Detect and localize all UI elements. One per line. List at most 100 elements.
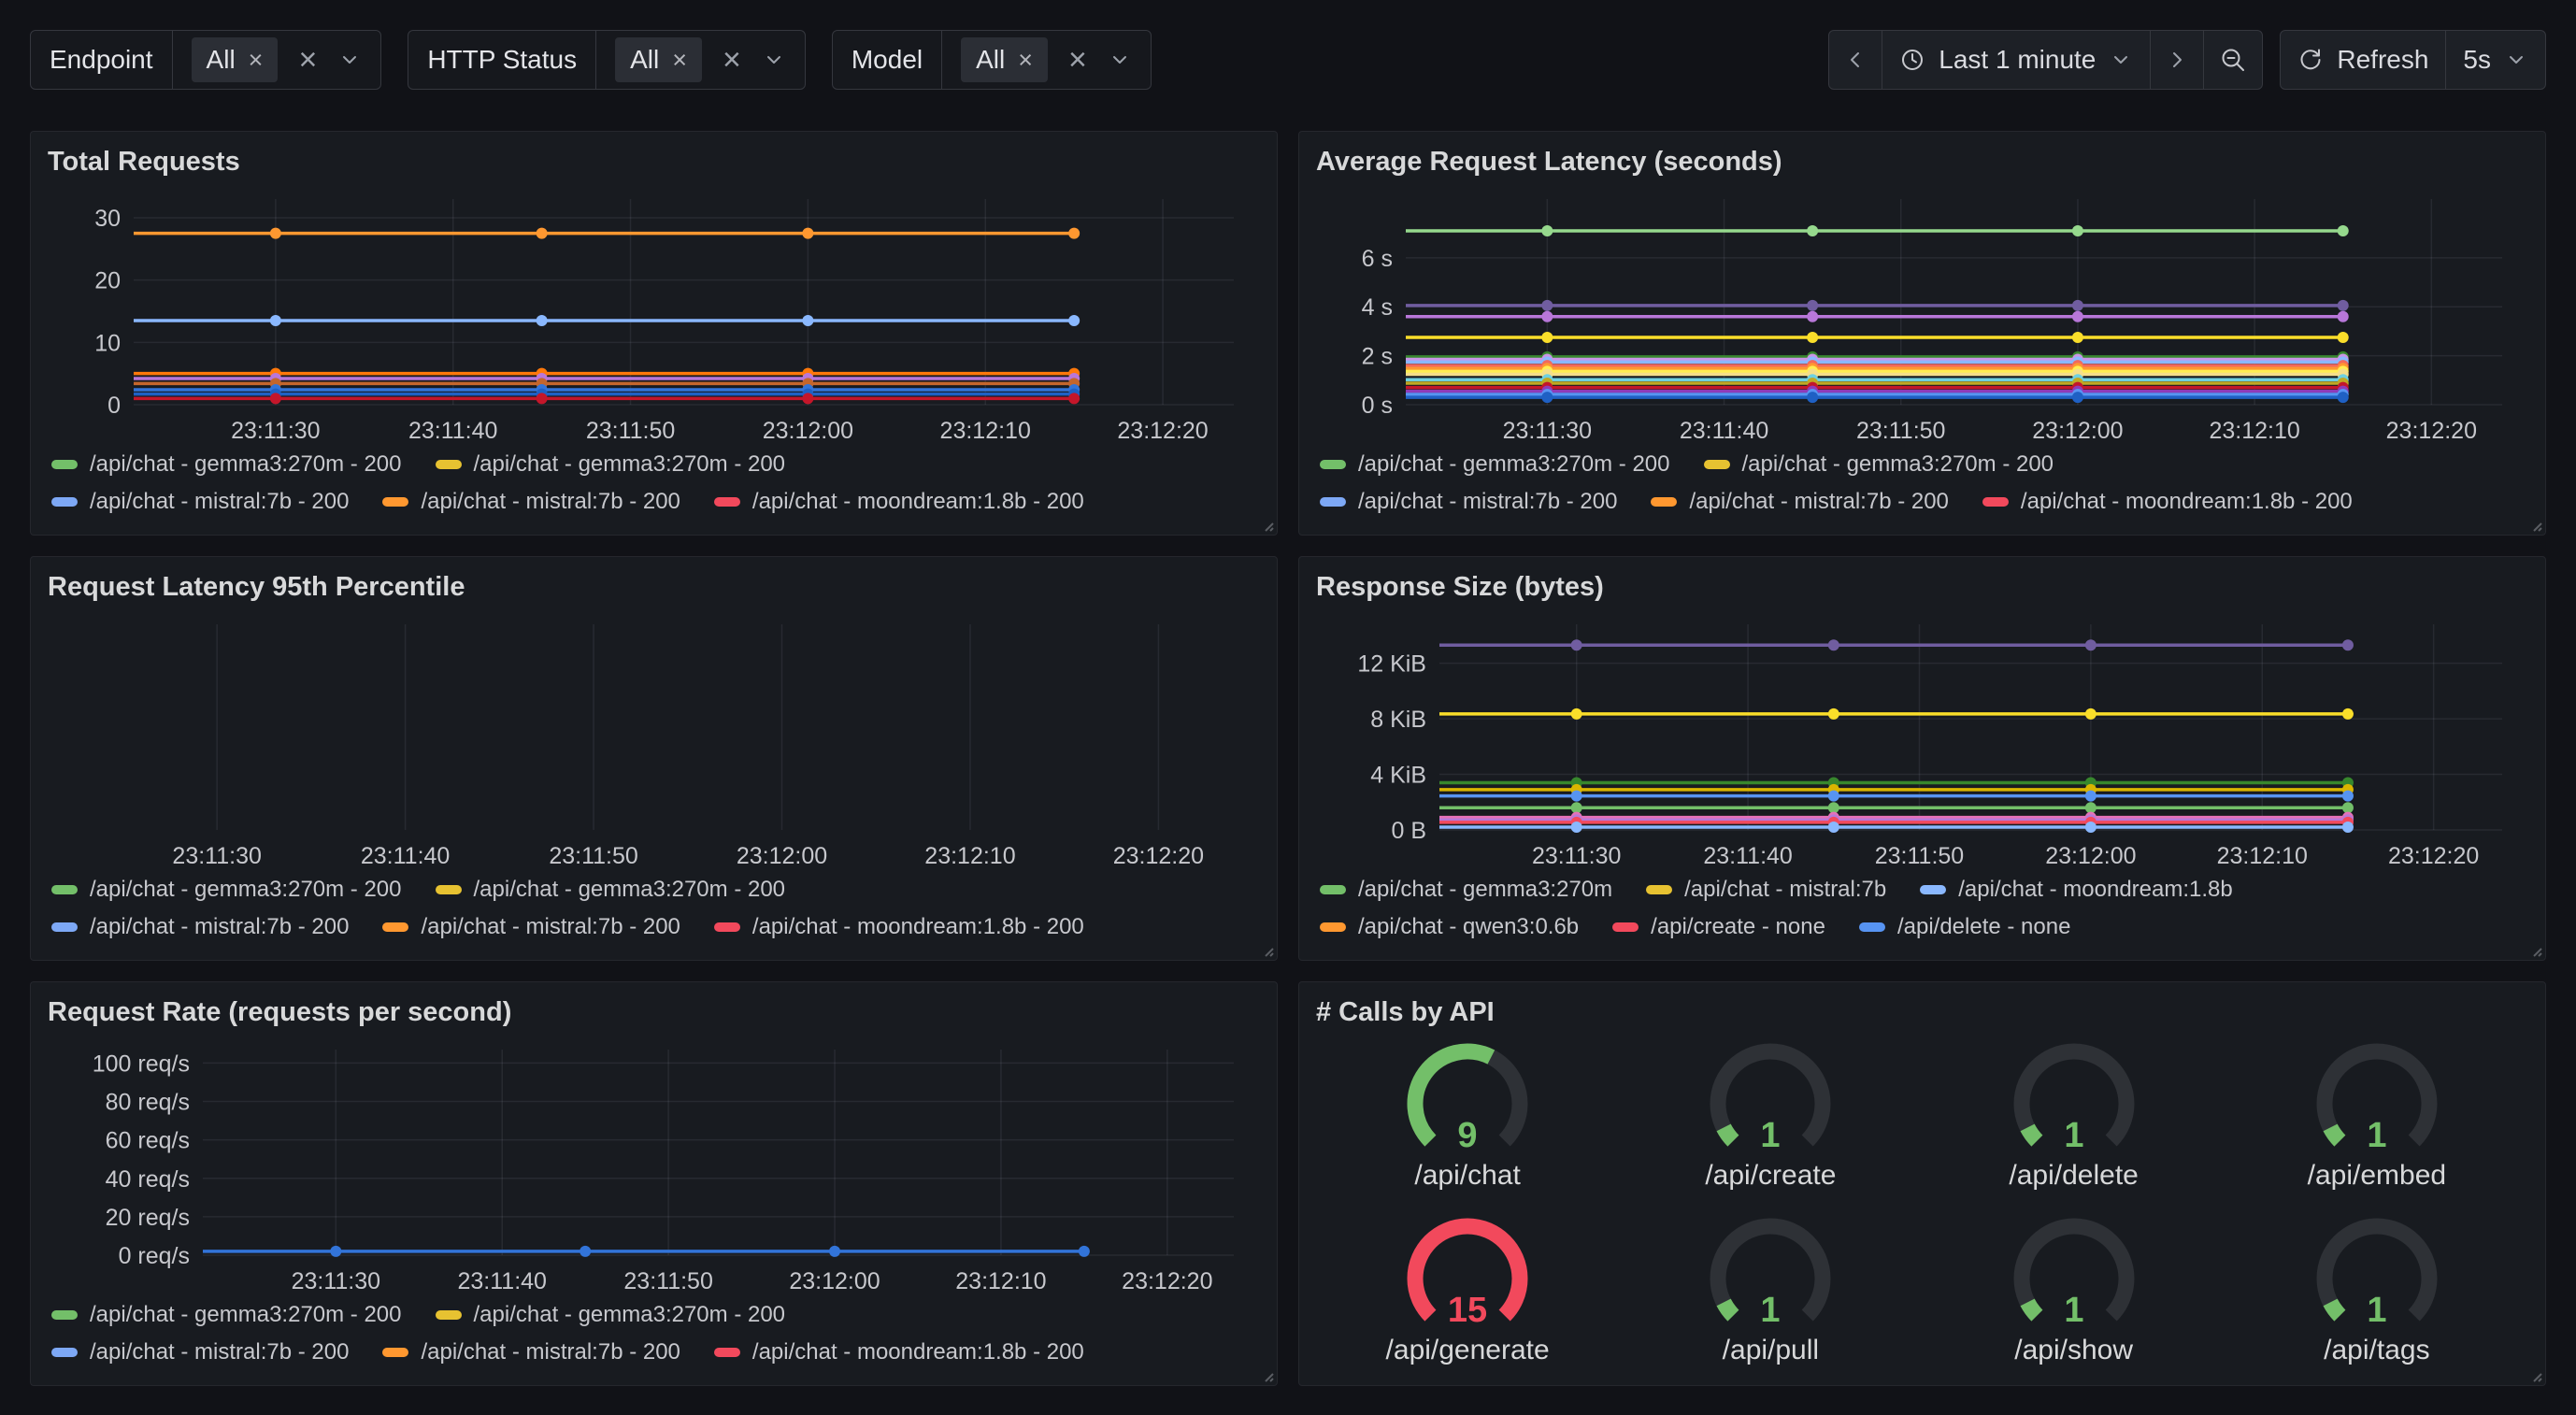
legend-item[interactable]: /api/chat - mistral:7b - 200 bbox=[51, 914, 349, 940]
panel-title[interactable]: Total Requests bbox=[48, 145, 1260, 179]
data-point bbox=[2342, 708, 2354, 720]
filter-value-picker[interactable]: All × × bbox=[942, 31, 1151, 89]
legend-item[interactable]: /api/chat - moondream:1.8b - 200 bbox=[714, 914, 1084, 940]
clear-filter-icon[interactable]: × bbox=[298, 44, 317, 76]
chip-remove-icon[interactable]: × bbox=[249, 48, 264, 73]
legend-swatch bbox=[382, 497, 408, 507]
x-tick-label: 23:11:40 bbox=[361, 843, 450, 869]
y-tick-label: 30 bbox=[94, 206, 121, 232]
x-tick-label: 23:11:40 bbox=[408, 418, 497, 444]
legend-item[interactable]: /api/chat - gemma3:270m - 200 bbox=[436, 451, 786, 478]
filter-value-picker[interactable]: All × × bbox=[596, 31, 805, 89]
chip-remove-icon[interactable]: × bbox=[672, 48, 687, 73]
x-tick-label: 23:12:20 bbox=[1113, 843, 1204, 869]
filter-value-picker[interactable]: All × × bbox=[173, 31, 381, 89]
panel-title[interactable]: Request Rate (requests per second) bbox=[48, 995, 1260, 1029]
x-tick-label: 23:11:50 bbox=[1856, 418, 1945, 444]
line-chart[interactable]: 23:11:3023:11:4023:11:5023:12:0023:12:10… bbox=[48, 611, 1262, 871]
panel-resize-handle[interactable] bbox=[2527, 517, 2542, 532]
gauge-grid: 9/api/chat1/api/create1/api/delete1/api/… bbox=[1316, 1029, 2528, 1378]
legend-item[interactable]: /api/chat - gemma3:270m - 200 bbox=[51, 451, 402, 478]
x-tick-label: 23:12:00 bbox=[2032, 418, 2123, 444]
data-point bbox=[580, 1246, 591, 1257]
data-point bbox=[1828, 708, 1839, 720]
clear-filter-icon[interactable]: × bbox=[723, 44, 741, 76]
gauge-value-arc bbox=[1415, 1051, 1491, 1141]
panel-resize-handle[interactable] bbox=[1259, 517, 1274, 532]
line-chart[interactable]: 23:11:3023:11:4023:11:5023:12:0023:12:10… bbox=[48, 1036, 1262, 1296]
legend-item[interactable]: /api/chat - gemma3:270m - 200 bbox=[1320, 451, 1670, 478]
panel-resize-handle[interactable] bbox=[1259, 1367, 1274, 1382]
data-point bbox=[537, 315, 548, 326]
legend-item[interactable]: /api/chat - mistral:7b - 200 bbox=[382, 914, 680, 940]
time-shift-back-button[interactable] bbox=[1828, 30, 1882, 90]
gauge-value-arc bbox=[2027, 1302, 2037, 1315]
panel-resize-handle[interactable] bbox=[2527, 1367, 2542, 1382]
legend-item[interactable]: /api/chat - moondream:1.8b - 200 bbox=[714, 1339, 1084, 1365]
legend-label: /api/create - none bbox=[1651, 914, 1825, 940]
legend-item[interactable]: /api/chat - gemma3:270m - 200 bbox=[436, 1302, 786, 1328]
legend-label: /api/chat - mistral:7b - 200 bbox=[421, 914, 680, 940]
legend-item[interactable]: /api/chat - mistral:7b - 200 bbox=[1651, 489, 1948, 515]
zoom-out-button[interactable] bbox=[2203, 30, 2263, 90]
time-range-group: Last 1 minute bbox=[1828, 30, 2263, 90]
refresh-interval-button[interactable]: 5s bbox=[2445, 30, 2546, 90]
legend-item[interactable]: /api/chat - gemma3:270m bbox=[1320, 877, 1612, 903]
data-point bbox=[330, 1246, 341, 1257]
legend-item[interactable]: /api/delete - none bbox=[1859, 914, 2070, 940]
data-point bbox=[270, 315, 281, 326]
legend-item[interactable]: /api/chat - moondream:1.8b - 200 bbox=[714, 489, 1084, 515]
legend-item[interactable]: /api/chat - mistral:7b - 200 bbox=[51, 1339, 349, 1365]
chip-remove-icon[interactable]: × bbox=[1018, 48, 1033, 73]
x-tick-label: 23:12:00 bbox=[2045, 843, 2136, 869]
clear-filter-icon[interactable]: × bbox=[1068, 44, 1087, 76]
legend-item[interactable]: /api/chat - mistral:7b - 200 bbox=[382, 489, 680, 515]
panel-title[interactable]: Request Latency 95th Percentile bbox=[48, 570, 1260, 604]
legend-label: /api/chat - moondream:1.8b bbox=[1958, 877, 2233, 903]
time-shift-forward-button[interactable] bbox=[2150, 30, 2204, 90]
line-chart[interactable]: 23:11:3023:11:4023:11:5023:12:0023:12:10… bbox=[48, 186, 1262, 446]
gauge-value: 9 bbox=[1458, 1116, 1478, 1155]
legend-label: /api/chat - gemma3:270m - 200 bbox=[90, 451, 402, 478]
legend-item[interactable]: /api/chat - gemma3:270m - 200 bbox=[51, 877, 402, 903]
panel-resize-handle[interactable] bbox=[1259, 942, 1274, 957]
legend-swatch bbox=[436, 460, 462, 469]
legend-item[interactable]: /api/chat - gemma3:270m - 200 bbox=[51, 1302, 402, 1328]
refresh-button[interactable]: Refresh bbox=[2280, 30, 2446, 90]
legend-item[interactable]: /api/create - none bbox=[1612, 914, 1825, 940]
gauge: 1/api/delete bbox=[1990, 1040, 2158, 1192]
legend-item[interactable]: /api/chat - mistral:7b - 200 bbox=[382, 1339, 680, 1365]
legend-item[interactable]: /api/chat - mistral:7b - 200 bbox=[51, 489, 349, 515]
x-tick-label: 23:12:00 bbox=[763, 418, 853, 444]
legend-row: /api/chat - qwen3:0.6b/api/create - none… bbox=[1320, 914, 2528, 940]
filter-chip[interactable]: All × bbox=[192, 37, 279, 82]
legend-label: /api/chat - gemma3:270m bbox=[1358, 877, 1612, 903]
panel-title[interactable]: Response Size (bytes) bbox=[1316, 570, 2528, 604]
filter-chip[interactable]: All × bbox=[961, 37, 1048, 82]
chevron-down-icon[interactable] bbox=[1108, 48, 1132, 72]
gauge-value: 1 bbox=[1761, 1291, 1781, 1330]
panel-title[interactable]: Average Request Latency (seconds) bbox=[1316, 145, 2528, 179]
time-range-picker-button[interactable]: Last 1 minute bbox=[1882, 30, 2151, 90]
chevron-down-icon[interactable] bbox=[762, 48, 786, 72]
legend-item[interactable]: /api/chat - mistral:7b - 200 bbox=[1320, 489, 1617, 515]
line-chart[interactable]: 23:11:3023:11:4023:11:5023:12:0023:12:10… bbox=[1316, 186, 2530, 446]
legend-item[interactable]: /api/chat - moondream:1.8b - 200 bbox=[1982, 489, 2353, 515]
gauge-value-arc bbox=[2027, 1128, 2037, 1141]
legend-item[interactable]: /api/chat - moondream:1.8b bbox=[1920, 877, 2233, 903]
chevron-down-icon[interactable] bbox=[337, 48, 362, 72]
panel-title[interactable]: # Calls by API bbox=[1316, 995, 2528, 1029]
y-tick-label: 0 bbox=[107, 393, 121, 419]
legend-item[interactable]: /api/chat - qwen3:0.6b bbox=[1320, 914, 1579, 940]
legend-label: /api/chat - gemma3:270m - 200 bbox=[474, 451, 786, 478]
legend-item[interactable]: /api/chat - mistral:7b bbox=[1646, 877, 1886, 903]
line-chart[interactable]: 23:11:3023:11:4023:11:5023:12:0023:12:10… bbox=[1316, 611, 2530, 871]
panel-resize-handle[interactable] bbox=[2527, 942, 2542, 957]
data-point bbox=[802, 393, 813, 405]
legend-item[interactable]: /api/chat - gemma3:270m - 200 bbox=[1704, 451, 2054, 478]
gauge-value: 1 bbox=[2064, 1116, 2083, 1155]
legend-item[interactable]: /api/chat - gemma3:270m - 200 bbox=[436, 877, 786, 903]
legend-swatch bbox=[714, 1348, 740, 1357]
data-point bbox=[1807, 332, 1818, 343]
filter-chip[interactable]: All × bbox=[615, 37, 702, 82]
